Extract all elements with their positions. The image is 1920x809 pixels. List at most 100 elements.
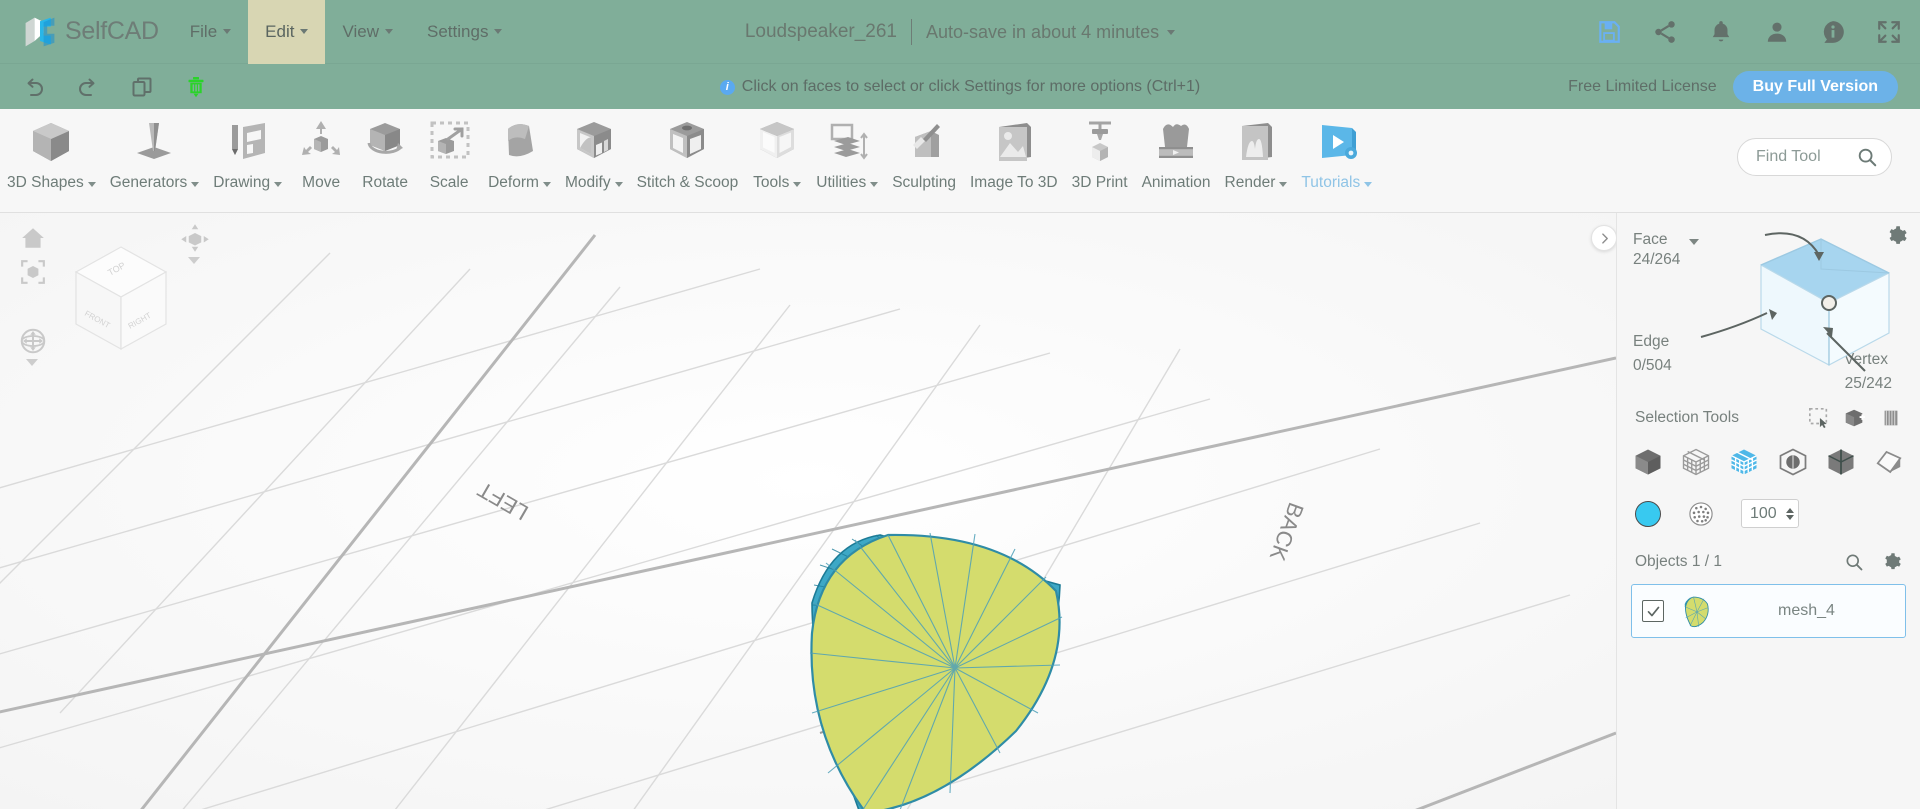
edge-label: Edge xyxy=(1633,333,1670,350)
info-icon: i xyxy=(719,79,735,95)
info-icon[interactable] xyxy=(1820,19,1846,45)
notifications-bell-icon[interactable] xyxy=(1708,19,1734,45)
objects-header: Objects 1 / 1 xyxy=(1631,552,1906,572)
3d-viewport[interactable]: LEFT BACK TOP FRONT RIGHT xyxy=(0,213,1616,809)
menu-view[interactable]: View xyxy=(325,0,410,64)
cone-thumbnail xyxy=(1684,596,1709,628)
top-menu-bar: SelfCAD File Edit View Settings Loudspea… xyxy=(0,0,1920,64)
ribbon-item-utilities[interactable]: Utilities xyxy=(809,109,885,213)
autosave-status[interactable]: Auto-save in about 4 minutes xyxy=(926,22,1159,43)
solid-cube-icon[interactable] xyxy=(1633,447,1663,477)
face-select-cube-icon[interactable] xyxy=(1729,447,1759,477)
orbit-dropdown-caret[interactable] xyxy=(26,359,38,366)
menu-edit[interactable]: Edit xyxy=(248,0,326,64)
license-zone: Free Limited License Buy Full Version xyxy=(1568,70,1898,103)
stepper-arrows[interactable] xyxy=(1786,507,1794,520)
ribbon-item-rotate[interactable]: Rotate xyxy=(353,109,417,213)
rectangle-select-icon[interactable] xyxy=(1808,407,1830,429)
add-selection-icon[interactable] xyxy=(1844,407,1866,429)
ribbon-item-move[interactable]: Move xyxy=(289,109,353,213)
ribbon-item-generators[interactable]: Generators xyxy=(103,109,207,213)
selection-mode-buttons xyxy=(1631,447,1906,477)
ribbon-label: Deform xyxy=(488,174,551,192)
buy-full-version-button[interactable]: Buy Full Version xyxy=(1732,70,1898,103)
ribbon-label: Utilities xyxy=(816,174,879,192)
chevron-down-icon xyxy=(494,29,503,34)
texture-sphere-icon[interactable] xyxy=(1687,500,1715,528)
ribbon-item-animation[interactable]: Animation xyxy=(1135,109,1218,213)
selection-box-illustration xyxy=(1700,232,1890,372)
menu-file[interactable]: File xyxy=(173,0,248,64)
ribbon-label: Scale xyxy=(429,174,469,191)
main-tool-ribbon: 3D Shapes Generators Drawing Move Rotate… xyxy=(0,109,1920,213)
find-tool-search[interactable] xyxy=(1737,138,1892,176)
app-brand-name: SelfCAD xyxy=(65,17,159,45)
ribbon-label: Stitch & Scoop xyxy=(636,174,739,191)
ribbon-item-modify[interactable]: Modify xyxy=(558,109,630,213)
title-divider xyxy=(911,19,912,45)
menu-settings-label: Settings xyxy=(427,21,489,41)
save-icon[interactable] xyxy=(1596,19,1622,45)
ribbon-item-image-to-3d[interactable]: Image To 3D xyxy=(963,109,1065,213)
ribbon-item-sculpting[interactable]: Sculpting xyxy=(885,109,963,213)
color-swatch[interactable] xyxy=(1635,500,1661,527)
list-item[interactable]: mesh_4 xyxy=(1631,584,1906,638)
view-cube[interactable]: TOP FRONT RIGHT xyxy=(66,239,176,359)
pencil-drawing-icon xyxy=(223,115,273,169)
app-logo[interactable]: SelfCAD xyxy=(0,0,173,63)
generator-cone-icon xyxy=(129,115,179,169)
sphere-in-cube-icon[interactable] xyxy=(1778,447,1808,477)
edge-count: 0/504 xyxy=(1633,357,1672,374)
ribbon-item-deform[interactable]: Deform xyxy=(481,109,558,213)
ribbon-item-3d-shapes[interactable]: 3D Shapes xyxy=(0,109,103,213)
split-cube-icon[interactable] xyxy=(1826,447,1856,477)
menu-settings[interactable]: Settings xyxy=(410,0,519,64)
objects-count-label: Objects 1 / 1 xyxy=(1635,553,1723,570)
view-navigation-cluster: TOP FRONT RIGHT xyxy=(8,221,218,371)
fullscreen-icon[interactable] xyxy=(1876,19,1902,45)
opacity-stepper[interactable]: 100 xyxy=(1741,499,1799,528)
fit-to-view-icon[interactable] xyxy=(20,259,46,285)
chevron-down-icon xyxy=(385,29,394,34)
sculpting-brush-icon xyxy=(899,115,949,169)
ribbon-item-stitch-scoop[interactable]: Stitch & Scoop xyxy=(630,109,746,213)
chevron-right-icon xyxy=(1601,232,1608,244)
search-icon[interactable] xyxy=(1856,146,1878,168)
ribbon-item-drawing[interactable]: Drawing xyxy=(206,109,289,213)
deform-bend-icon xyxy=(495,115,545,169)
camera-dropdown-caret[interactable] xyxy=(188,257,200,264)
flat-plane-icon[interactable] xyxy=(1874,447,1904,477)
ribbon-item-render[interactable]: Render xyxy=(1218,109,1295,213)
objects-header-icons xyxy=(1844,552,1902,572)
panel-collapse-toggle[interactable] xyxy=(1591,225,1616,251)
license-label: Free Limited License xyxy=(1568,77,1717,95)
through-selection-icon[interactable] xyxy=(1880,407,1902,429)
ribbon-label: Drawing xyxy=(213,174,283,192)
tutorials-play-icon xyxy=(1312,115,1362,169)
user-account-icon[interactable] xyxy=(1764,19,1790,45)
ribbon-label: 3D Print xyxy=(1071,174,1128,191)
viewport-scene: LEFT BACK xyxy=(0,213,1616,809)
selection-mode-diagram: Face 24/264 Edge 0/504 Vertex 25/242 xyxy=(1631,223,1906,403)
3d-print-icon xyxy=(1075,115,1125,169)
orbit-navigation-icon[interactable] xyxy=(18,326,48,356)
home-view-icon[interactable] xyxy=(20,225,46,251)
ribbon-item-tutorials[interactable]: Tutorials xyxy=(1294,109,1379,213)
face-label: Face xyxy=(1633,231,1668,248)
gear-icon[interactable] xyxy=(1882,552,1902,572)
wireframe-grid-icon[interactable] xyxy=(1681,447,1711,477)
ribbon-label: Move xyxy=(302,174,341,191)
ribbon-item-scale[interactable]: Scale xyxy=(417,109,481,213)
search-input[interactable] xyxy=(1756,148,1856,166)
ribbon-item-tools[interactable]: Tools xyxy=(745,109,809,213)
ribbon-item-3d-print[interactable]: 3D Print xyxy=(1065,109,1135,213)
move-arrows-icon xyxy=(296,115,346,169)
object-name: mesh_4 xyxy=(1778,602,1835,619)
selection-tools-header: Selection Tools xyxy=(1631,407,1906,429)
search-icon[interactable] xyxy=(1844,552,1864,572)
share-icon[interactable] xyxy=(1652,19,1678,45)
chevron-down-icon xyxy=(223,29,232,34)
chevron-down-icon xyxy=(1786,514,1794,520)
camera-projection-icon[interactable] xyxy=(180,223,210,253)
object-visibility-checkbox[interactable] xyxy=(1642,600,1664,622)
